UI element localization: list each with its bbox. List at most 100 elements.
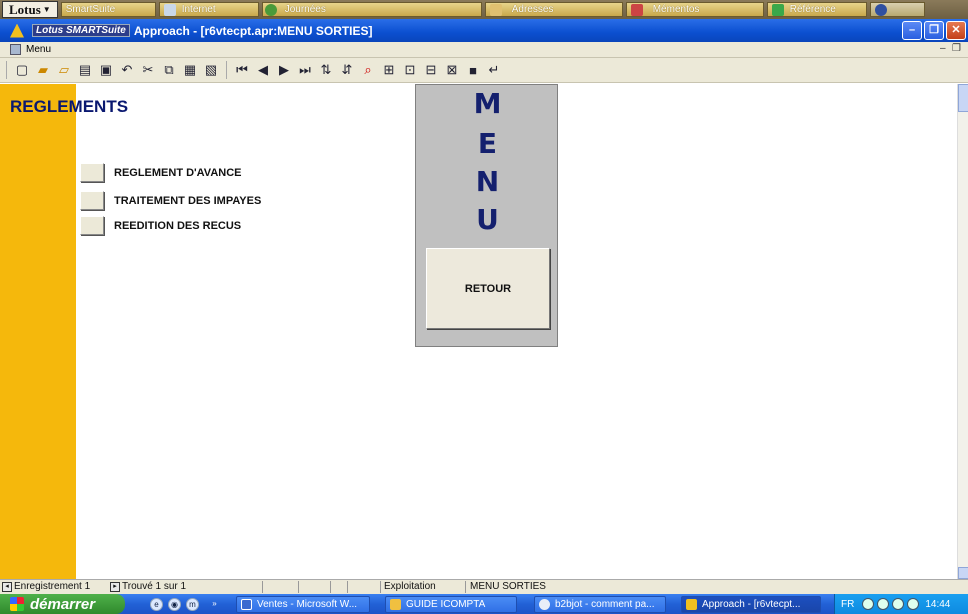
minimize-button[interactable]: – [902, 21, 922, 40]
word-icon [241, 599, 252, 610]
status-bar: ◂ Enregistrement 1 ▸ Trouvé 1 sur 1 Expl… [0, 579, 968, 594]
sort-ascending-icon[interactable]: ⇅ [317, 61, 335, 79]
traitement-impayes-button[interactable] [80, 191, 104, 210]
clock: 14:44 [925, 598, 951, 610]
task-word[interactable]: Ventes - Microsoft W... [236, 596, 370, 613]
taskbar: démarrer e ◉ m » Ventes - Microsoft W...… [0, 594, 968, 614]
found-label: Trouvé 1 sur 1 [122, 581, 187, 592]
drawer-smartsuite[interactable]: SmartSuite [60, 2, 156, 17]
cut-icon[interactable]: ✂ [139, 61, 157, 79]
menu-item-reglement-avance: REGLEMENT D'AVANCE [80, 163, 242, 182]
enter-icon[interactable]: ↵ [485, 61, 503, 79]
retour-label: RETOUR [464, 282, 512, 295]
quicklaunch-ie-icon[interactable]: e [150, 598, 163, 611]
quicklaunch-more-icon[interactable]: » [208, 598, 221, 611]
drawer-adresses[interactable]: Adresses [484, 2, 623, 17]
menu-letter-u: U [476, 203, 499, 236]
toolbar-separator [226, 61, 230, 79]
approach-app-icon[interactable] [10, 23, 24, 38]
status-mode[interactable]: Exploitation [384, 581, 436, 592]
worksheet-icon[interactable]: ⊠ [443, 61, 461, 79]
notes-icon [630, 4, 643, 16]
drawer-internet[interactable]: Internet [158, 2, 259, 17]
menu-letter-e: E [477, 127, 498, 160]
previous-record-icon: ◂ [2, 581, 12, 592]
retour-button[interactable]: RETOUR [426, 248, 550, 329]
status-divider [262, 581, 263, 593]
status-divider [298, 581, 299, 593]
find-icon[interactable]: ⌕ [359, 61, 377, 79]
smartsuite-brand: Lotus SMARTSuite [32, 24, 130, 37]
design-icon[interactable]: ⊟ [422, 61, 440, 79]
find-all-icon[interactable]: ⊞ [380, 61, 398, 79]
print-icon[interactable]: ▤ [76, 61, 94, 79]
next-record-icon[interactable]: ▶ [275, 61, 293, 79]
menu-item-label: TRAITEMENT DES IMPAYES [114, 194, 262, 207]
last-record-icon[interactable]: ⏭ [296, 61, 314, 79]
previous-record-icon[interactable]: ◀ [254, 61, 272, 79]
close-button[interactable]: ✕ [946, 21, 966, 40]
undo-icon[interactable]: ↶ [118, 61, 136, 79]
reedition-recus-button[interactable] [80, 216, 104, 235]
toolbar-separator [6, 61, 10, 79]
toolbar: ▢ ▰ ▱ ▤ ▣ ↶ ✂ ⧉ ▦ ▧ ⏮ ◀ ▶ ⏭ ⇅ ⇵ ⌕ ⊞ ⊡ ⊟ … [0, 58, 968, 83]
new-file-icon[interactable]: ▢ [13, 61, 31, 79]
save-folder-icon[interactable]: ▱ [55, 61, 73, 79]
language-indicator[interactable]: FR [841, 599, 854, 610]
task-b2bjot[interactable]: b2bjot - comment pa... [534, 596, 666, 613]
quicklaunch-media-icon[interactable]: m [186, 598, 199, 611]
menu-item-traitement-impayes: TRAITEMENT DES IMPAYES [80, 191, 261, 210]
menu-item-reedition-recus: REEDITION DES RECUS [80, 216, 241, 235]
document-menu-bar: Menu – ❐ [0, 42, 968, 58]
lotus-label: Lotus [9, 2, 41, 17]
drawer-mementos[interactable]: Mémentos [625, 2, 764, 17]
browse-icon[interactable]: ⊡ [401, 61, 419, 79]
task-guide-icompta[interactable]: GUIDE ICOMPTA [385, 596, 517, 613]
status-record[interactable]: ◂ Enregistrement 1 [2, 581, 90, 592]
reglement-avance-button[interactable] [80, 163, 104, 182]
checkmark-icon [771, 4, 784, 16]
copy-icon[interactable]: ⧉ [160, 61, 178, 79]
document-icon[interactable] [10, 44, 21, 55]
start-label: démarrer [30, 595, 96, 613]
globe-icon [874, 4, 887, 16]
menu-letter-m: M [473, 87, 502, 120]
system-tray: FR 14:44 [834, 594, 968, 614]
status-view[interactable]: MENU SORTIES [470, 581, 546, 592]
clipboard-icon[interactable]: ▧ [202, 61, 220, 79]
lotus-menu-button[interactable]: Lotus ▼ [2, 1, 58, 18]
tray-network-icon[interactable] [892, 598, 905, 610]
menu-item-label: REEDITION DES RECUS [114, 219, 242, 232]
smartsuite-bar: Lotus ▼ SmartSuite Internet Journées Adre… [0, 0, 968, 19]
first-record-icon[interactable]: ⏮ [233, 61, 251, 79]
tray-volume-icon[interactable] [907, 598, 920, 610]
sort-descending-icon[interactable]: ⇵ [338, 61, 356, 79]
vertical-scrollbar[interactable] [957, 84, 968, 579]
task-label: Approach - [r6vtecpt... [702, 599, 801, 610]
scroll-up-icon[interactable] [958, 84, 968, 112]
restore-button[interactable]: ❐ [924, 21, 944, 40]
open-folder-icon[interactable]: ▰ [34, 61, 52, 79]
menu-label[interactable]: Menu [26, 44, 51, 55]
window-title-bar[interactable]: Lotus SMARTSuite Approach - [r6vtecpt.ap… [0, 19, 968, 42]
drawer-misc[interactable] [869, 2, 925, 17]
spell-check-icon[interactable]: ■ [464, 61, 482, 79]
quicklaunch-desktop-icon[interactable]: ◉ [168, 598, 181, 611]
doc-restore-icon[interactable]: ❐ [952, 43, 961, 54]
paste-icon[interactable]: ▦ [181, 61, 199, 79]
drawer-label: SmartSuite [65, 4, 116, 15]
drawer-reference[interactable]: Référence [766, 2, 867, 17]
preview-icon[interactable]: ▣ [97, 61, 115, 79]
start-button[interactable]: démarrer [0, 594, 125, 614]
drawer-journees[interactable]: Journées [261, 2, 482, 17]
doc-minimize-icon[interactable]: – [940, 43, 946, 54]
internet-icon [163, 4, 176, 16]
menu-item-label: REGLEMENT D'AVANCE [114, 166, 242, 179]
status-found[interactable]: ▸ Trouvé 1 sur 1 [110, 581, 186, 592]
approach-icon [686, 599, 697, 610]
tray-messenger-icon[interactable] [877, 598, 890, 610]
scroll-down-icon[interactable] [958, 567, 968, 579]
form-side-stripe [0, 84, 76, 579]
tray-arrow-icon[interactable] [862, 598, 875, 610]
task-approach[interactable]: Approach - [r6vtecpt... [681, 596, 821, 613]
